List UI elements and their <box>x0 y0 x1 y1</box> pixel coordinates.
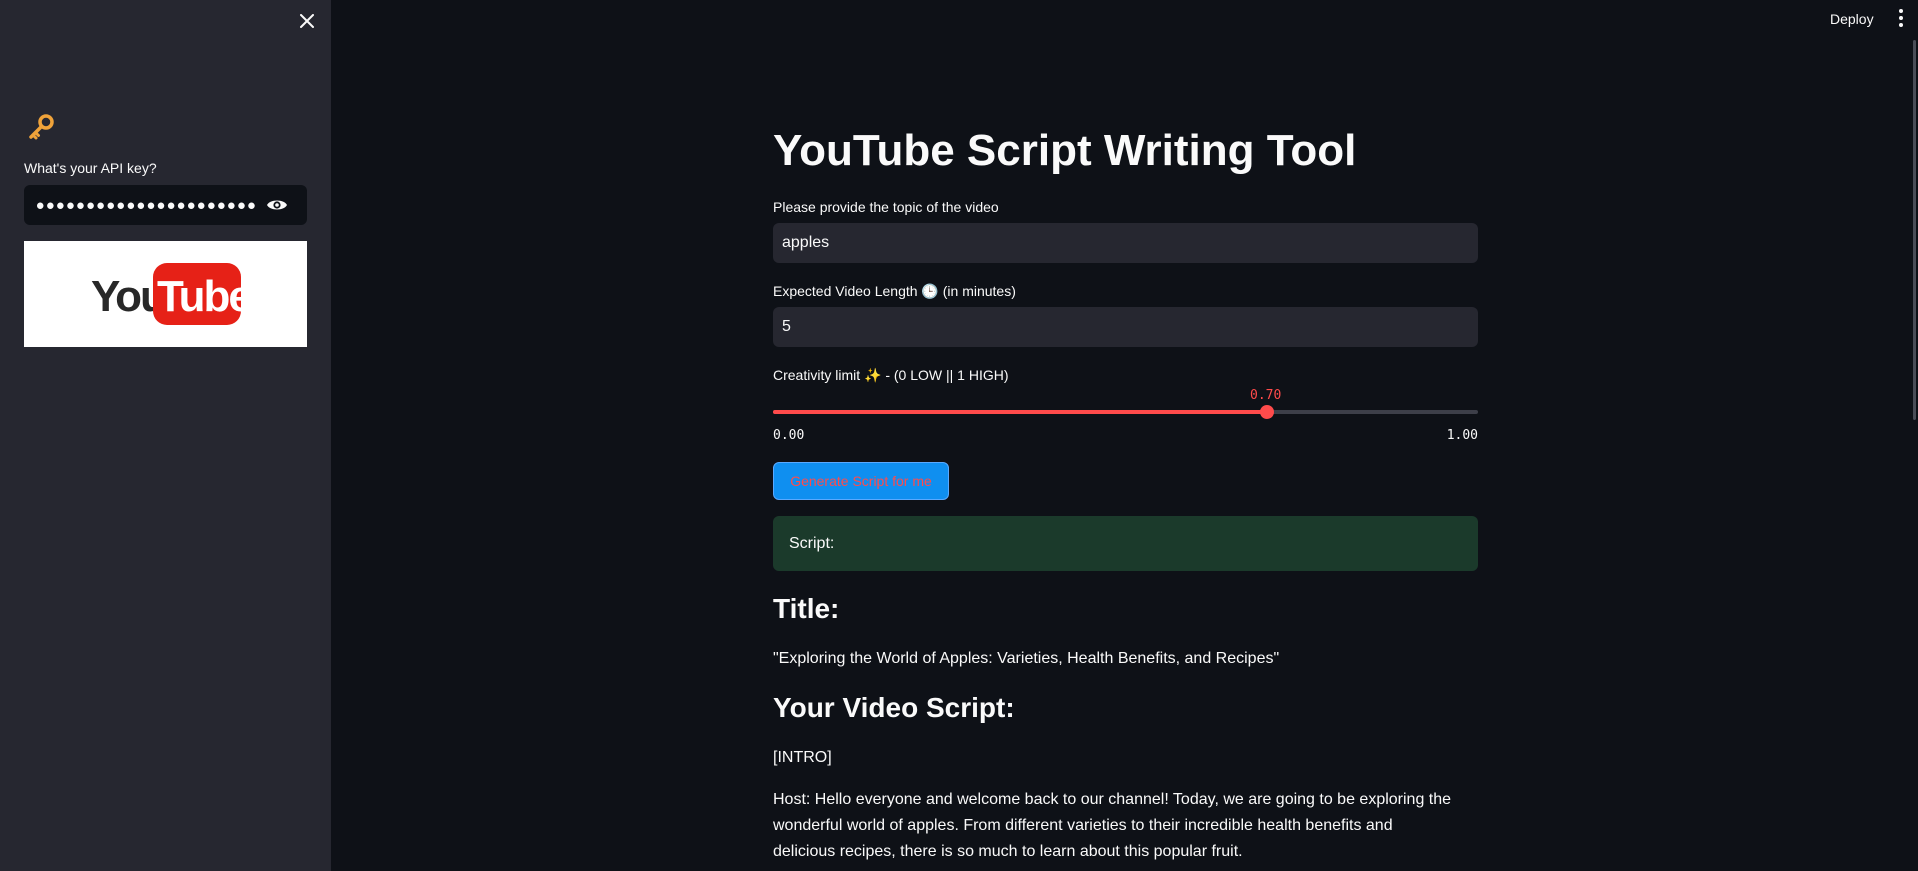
close-sidebar-button[interactable] <box>294 8 320 34</box>
script-success-box: Script: <box>773 516 1478 571</box>
deploy-button[interactable]: Deploy <box>1818 8 1886 30</box>
page-title: YouTube Script Writing Tool <box>773 126 1357 175</box>
topic-input[interactable]: apples <box>773 223 1478 263</box>
sparkles-icon: ✨ <box>864 368 882 384</box>
creativity-label: Creativity limit ✨ - (0 LOW || 1 HIGH) <box>773 367 1009 384</box>
creativity-slider[interactable] <box>773 405 1478 419</box>
slider-thumb[interactable] <box>1259 405 1274 419</box>
video-title-text: "Exploring the World of Apples: Varietie… <box>773 650 1280 667</box>
length-label: Expected Video Length 🕒 (in minutes) <box>773 283 1016 300</box>
logo-text-tube: Tube <box>157 272 241 321</box>
api-key-label: What's your API key? <box>24 160 157 176</box>
youtube-logo: You Tube <box>24 241 307 347</box>
script-heading: Your Video Script: <box>773 692 1015 723</box>
topic-label: Please provide the topic of the video <box>773 199 999 215</box>
slider-value-label: 0.70 <box>1250 388 1282 403</box>
key-icon <box>29 114 54 140</box>
show-password-button[interactable] <box>257 185 297 225</box>
api-key-value: ●●●●●●●●●●●●●●●●●●●●●●●●●●●●●●●●●●●● <box>34 196 257 214</box>
length-label-text: Expected Video Length <box>773 283 918 299</box>
close-icon <box>300 14 314 28</box>
creativity-label-text: Creativity limit <box>773 367 861 383</box>
scrollbar[interactable] <box>1913 40 1916 420</box>
api-key-input[interactable]: ●●●●●●●●●●●●●●●●●●●●●●●●●●●●●●●●●●●● <box>24 185 307 225</box>
sidebar: What's your API key? ●●●●●●●●●●●●●●●●●●●… <box>0 0 331 871</box>
main-menu-button[interactable] <box>1891 6 1911 30</box>
slider-min-label: 0.00 <box>773 428 805 443</box>
video-length-input[interactable]: 5 <box>773 307 1478 347</box>
slider-fill <box>773 410 1267 414</box>
length-label-unit: (in minutes) <box>942 283 1016 299</box>
host-paragraph: Host: Hello everyone and welcome back to… <box>773 791 1452 860</box>
intro-tag: [INTRO] <box>773 749 832 766</box>
clock-icon: 🕒 <box>921 284 939 300</box>
vertical-dots-icon <box>1899 9 1903 13</box>
title-heading: Title: <box>773 593 840 624</box>
eye-icon <box>267 200 287 210</box>
creativity-label-range: - (0 LOW || 1 HIGH) <box>885 367 1009 383</box>
slider-max-label: 1.00 <box>1446 428 1478 443</box>
generate-script-button[interactable]: Generate Script for me <box>773 462 949 500</box>
